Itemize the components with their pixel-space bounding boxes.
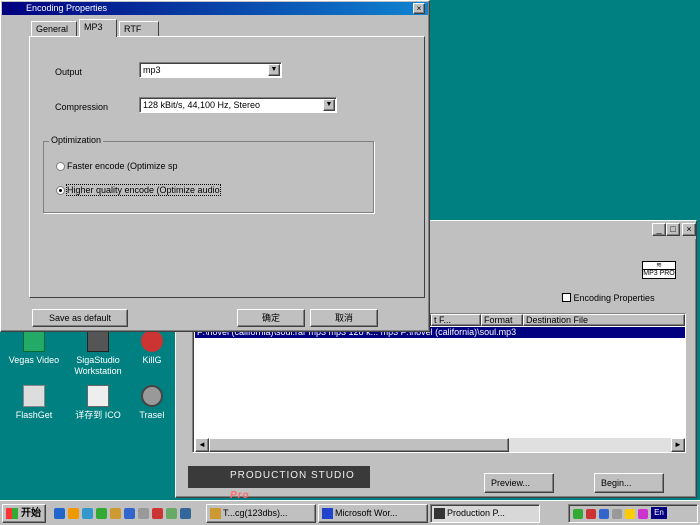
mp3pro-waves-icon: ≋	[643, 262, 675, 270]
scroll-thumb[interactable]	[209, 438, 509, 452]
task-button-active[interactable]: Production P...	[430, 504, 540, 523]
minimize-button[interactable]: _	[652, 223, 666, 236]
task-button[interactable]: Microsoft Wor...	[318, 504, 428, 523]
task-label: Microsoft Wor...	[335, 508, 398, 518]
browser-quicklaunch-icon[interactable]	[124, 508, 135, 519]
task-app-icon	[210, 508, 221, 519]
desktop-icon-flashget[interactable]: FlashGet	[2, 385, 66, 421]
ie-quicklaunch-icon[interactable]	[68, 508, 79, 519]
chevron-down-icon[interactable]: ▼	[323, 99, 335, 111]
outlook-quicklaunch-icon[interactable]	[82, 508, 93, 519]
system-tray: En	[568, 504, 698, 523]
production-studio-logo: PRODUCTION STUDIO Pro	[188, 466, 370, 501]
faster-encode-label[interactable]: Faster encode (Optimize sp	[67, 161, 178, 171]
desktop-quicklaunch-icon[interactable]	[54, 508, 65, 519]
compression-select-value: 128 kBit/s, 44,100 Hz, Stereo	[143, 100, 261, 110]
tab-general[interactable]: General	[31, 21, 77, 37]
encoding-properties-label: Encoding Properties	[573, 293, 655, 303]
mp3pro-badge: ≋ MP3 PRO	[642, 261, 676, 279]
column-header[interactable]: t F...	[431, 314, 481, 326]
dialog-title: Encoding Properties	[26, 3, 108, 13]
higher-quality-radio[interactable]	[56, 186, 65, 195]
dialog-titlebar: Encoding Properties ×	[2, 2, 428, 15]
language-indicator[interactable]: En	[651, 507, 667, 519]
desktop-icon-label: FlashGet	[15, 410, 53, 420]
optimization-group	[43, 141, 374, 213]
media-quicklaunch-icon[interactable]	[96, 508, 107, 519]
desktop-icon-label: TraseI	[139, 410, 165, 420]
desktop-icon-sigastudio[interactable]: SigaStudio Workstation	[66, 330, 130, 377]
tool-quicklaunch-icon[interactable]	[138, 508, 149, 519]
column-header-destination[interactable]: Destination File	[523, 314, 685, 326]
save-ico-icon	[87, 385, 109, 407]
folder-quicklaunch-icon[interactable]	[110, 508, 121, 519]
properties-icon	[562, 293, 571, 302]
tray-icon[interactable]	[573, 509, 583, 519]
output-label: Output	[55, 67, 83, 77]
encoding-properties-dialog: Encoding Properties × General MP3 RTF Ou…	[0, 0, 430, 332]
desktop-icon-label: 详存到 ICO	[75, 410, 121, 420]
maximize-button[interactable]: □	[666, 223, 680, 236]
close-button[interactable]: ×	[682, 223, 696, 236]
tray-icon[interactable]	[612, 509, 622, 519]
windows-logo-icon	[6, 508, 18, 519]
tray-icon[interactable]	[638, 509, 648, 519]
desktop-icon-killg[interactable]: KillG	[132, 330, 172, 366]
faster-encode-radio[interactable]	[56, 162, 65, 171]
killg-icon	[141, 330, 163, 352]
traser-icon	[141, 385, 163, 407]
compression-label: Compression	[55, 102, 109, 112]
horizontal-scrollbar[interactable]: ◄ ►	[195, 438, 685, 452]
chevron-down-icon[interactable]: ▼	[268, 64, 280, 76]
tab-mp3[interactable]: MP3	[79, 19, 117, 37]
desktop-icon-label: SigaStudio Workstation	[74, 355, 122, 376]
output-select-value: mp3	[143, 65, 161, 75]
logo-text: PRODUCTION STUDIO	[230, 470, 355, 481]
ok-button[interactable]: 确定	[237, 309, 305, 327]
sigastudio-icon	[87, 330, 109, 352]
vegas-video-icon	[23, 330, 45, 352]
app-quicklaunch-icon[interactable]	[166, 508, 177, 519]
output-select[interactable]: mp3 ▼	[139, 62, 282, 78]
group-title: Optimization	[49, 135, 104, 145]
task-label: T...cg(123dbs)...	[223, 508, 288, 518]
app-quicklaunch-icon[interactable]	[152, 508, 163, 519]
flashget-icon	[23, 385, 45, 407]
higher-quality-label[interactable]: Higher quality encode (Optimize audio	[66, 184, 221, 196]
scroll-left-arrow-icon[interactable]: ◄	[195, 438, 209, 452]
begin-button[interactable]: Begin...	[594, 473, 664, 493]
taskbar: 开始 T...cg(123dbs)... Microsoft Wor... Pr…	[0, 500, 700, 525]
mp3pro-badge-label: MP3 PRO	[643, 270, 675, 277]
app-quicklaunch-icon[interactable]	[180, 508, 191, 519]
close-icon[interactable]: ×	[413, 3, 425, 14]
word-icon	[322, 508, 333, 519]
task-button[interactable]: T...cg(123dbs)...	[206, 504, 316, 523]
tray-icon[interactable]	[599, 509, 609, 519]
preview-button-label: Preview...	[491, 478, 531, 488]
compression-select[interactable]: 128 kBit/s, 44,100 Hz, Stereo ▼	[139, 97, 337, 113]
begin-button-label: Begin...	[601, 478, 632, 488]
desktop-icon-traser[interactable]: TraseI	[132, 385, 172, 421]
cancel-button[interactable]: 取消	[310, 309, 378, 327]
desktop-icon-vegas-video[interactable]: Vegas Video	[2, 330, 66, 366]
tray-icon[interactable]	[586, 509, 596, 519]
task-label: Production P...	[447, 508, 505, 518]
desktop-icon-label: Vegas Video	[8, 355, 60, 365]
desktop-icon-label: KillG	[142, 355, 162, 365]
speaker-icon[interactable]	[625, 509, 635, 519]
start-label: 开始	[21, 508, 41, 519]
desktop-icon-save-ico[interactable]: 详存到 ICO	[66, 385, 130, 421]
scroll-right-arrow-icon[interactable]: ►	[671, 438, 685, 452]
save-as-default-button[interactable]: Save as default	[32, 309, 128, 327]
task-app-icon	[434, 508, 445, 519]
tab-rtf[interactable]: RTF	[119, 21, 159, 37]
file-list[interactable]: t F... Format Destination File F:\novel …	[192, 313, 686, 453]
column-header-format[interactable]: Format	[481, 314, 523, 326]
encoding-properties-link[interactable]: Encoding Properties	[562, 293, 655, 303]
preview-button[interactable]: Preview...	[484, 473, 554, 493]
start-button[interactable]: 开始	[2, 504, 46, 523]
